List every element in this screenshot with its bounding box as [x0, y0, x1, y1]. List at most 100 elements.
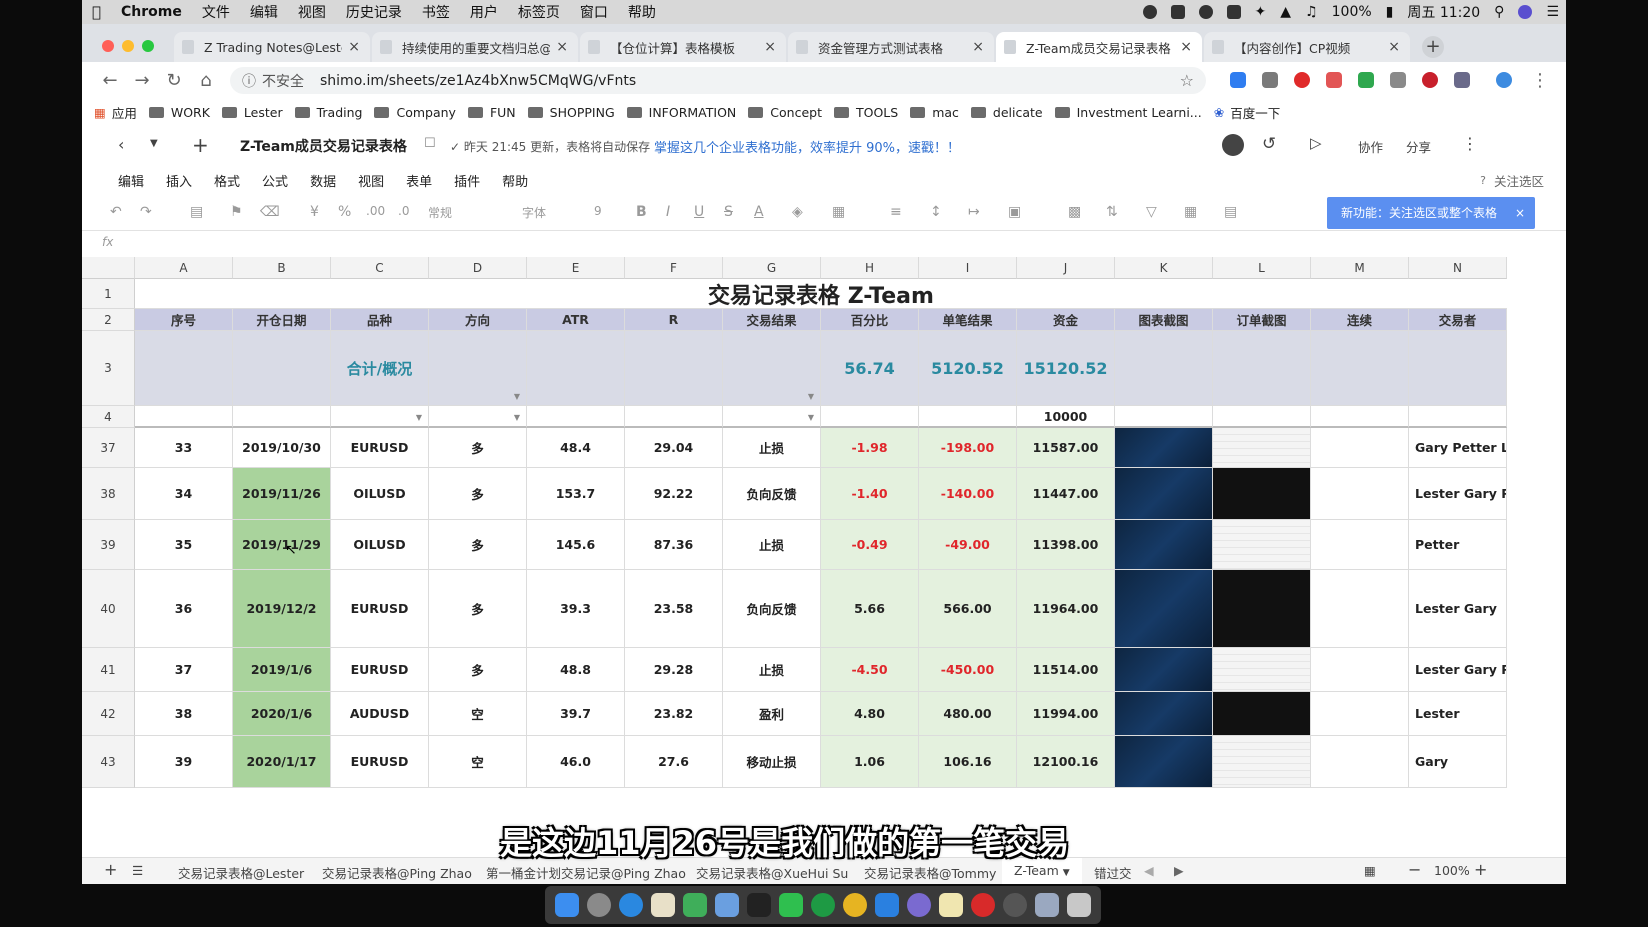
menu-insert[interactable]: 插入 [166, 171, 192, 190]
direction[interactable]: 多 [429, 520, 527, 570]
summary-capital[interactable]: 15120.52 [1017, 331, 1115, 406]
bookmark-folder[interactable]: mac [910, 105, 959, 120]
cell[interactable] [1115, 406, 1213, 428]
add-sheet-icon[interactable]: + [104, 860, 117, 879]
apple-icon[interactable]:  [92, 3, 101, 21]
streak-cell[interactable] [1311, 570, 1409, 648]
atr[interactable]: 153.7 [527, 468, 625, 520]
menu-file[interactable]: 文件 [202, 2, 230, 22]
column-header[interactable]: L [1213, 257, 1311, 279]
url-text[interactable]: shimo.im/sheets/ze1Az4bXnw5CMqWG/vFnts [320, 73, 636, 89]
bookmark-folder[interactable]: Investment Learni... [1054, 105, 1202, 120]
streak-cell[interactable] [1311, 648, 1409, 692]
menu-data[interactable]: 数据 [310, 171, 336, 190]
extension-icon[interactable] [1390, 72, 1406, 88]
close-icon[interactable]: × [1388, 39, 1400, 55]
trade-pnl[interactable]: 566.00 [919, 570, 1017, 648]
row-header[interactable]: 42 [82, 692, 135, 736]
percent-change[interactable]: 1.06 [821, 736, 919, 788]
sort-icon[interactable]: ⇅ [1106, 204, 1118, 220]
window-close-button[interactable] [102, 40, 114, 52]
back-icon[interactable]: ← [98, 70, 122, 91]
row-header[interactable]: 41 [82, 648, 135, 692]
cell[interactable]: ▼ [331, 406, 429, 428]
percent-change[interactable]: 5.66 [821, 570, 919, 648]
status-app-icon[interactable] [1226, 5, 1241, 19]
percent-change[interactable]: 4.80 [821, 692, 919, 736]
row-header[interactable]: 4 [82, 406, 135, 428]
profile-avatar[interactable] [1496, 72, 1512, 88]
direction[interactable]: 多 [429, 648, 527, 692]
trade-number[interactable]: 38 [135, 692, 233, 736]
trade-number[interactable]: 34 [135, 468, 233, 520]
trader-name[interactable]: Lester [1409, 692, 1507, 736]
symbol[interactable]: EURUSD [331, 570, 429, 648]
trade-outcome[interactable]: 负向反馈 [723, 468, 821, 520]
launchpad-icon[interactable] [587, 893, 611, 917]
summary-cell[interactable] [527, 331, 625, 406]
evernote-extension-icon[interactable] [1358, 72, 1374, 88]
browser-tab[interactable]: Z Trading Notes@Lester × [174, 32, 370, 62]
safari-icon[interactable] [619, 893, 643, 917]
status-app-icon[interactable] [1170, 5, 1185, 19]
trade-number[interactable]: 36 [135, 570, 233, 648]
menu-form[interactable]: 表单 [406, 171, 432, 190]
bookmark-folder[interactable]: INFORMATION [626, 105, 736, 120]
trade-pnl[interactable]: -49.00 [919, 520, 1017, 570]
extension-icon[interactable] [1326, 72, 1342, 88]
trade-pnl[interactable]: 106.16 [919, 736, 1017, 788]
close-icon[interactable]: × [1180, 39, 1192, 55]
order-screenshot-thumbnail[interactable] [1213, 468, 1311, 520]
menu-view[interactable]: 视图 [358, 171, 384, 190]
open-date[interactable]: 2020/1/17 [233, 736, 331, 788]
add-icon[interactable]: + [192, 133, 209, 157]
menu-edit[interactable]: 编辑 [118, 171, 144, 190]
conditional-format-icon[interactable]: ▤ [1224, 204, 1237, 220]
streak-cell[interactable] [1311, 736, 1409, 788]
direction[interactable]: 多 [429, 468, 527, 520]
atr[interactable]: 46.0 [527, 736, 625, 788]
trade-outcome[interactable]: 盈利 [723, 692, 821, 736]
close-icon[interactable]: × [972, 39, 984, 55]
format-painter-icon[interactable]: ⚑ [230, 204, 243, 220]
wifi-icon[interactable]: ▲ [1280, 4, 1291, 20]
order-screenshot-thumbnail[interactable] [1213, 570, 1311, 648]
promo-link[interactable]: 掌握这几个企业表格功能，效率提升 90%，速戳！！ [654, 137, 960, 156]
window-minimize-button[interactable] [122, 40, 134, 52]
close-icon[interactable]: × [348, 39, 360, 55]
r-value[interactable]: 92.22 [625, 468, 723, 520]
cell[interactable]: ▼ [723, 406, 821, 428]
menu-help[interactable]: 帮助 [628, 2, 656, 22]
align-icon[interactable]: ≡ [890, 204, 902, 220]
bookmark-folder[interactable]: Trading [294, 105, 362, 120]
cell[interactable] [135, 406, 233, 428]
zoom-out-icon[interactable]: − [1408, 860, 1421, 879]
dropdown-arrow-icon[interactable]: ▼ [808, 413, 814, 422]
bookmark-folder[interactable]: Concept [748, 105, 822, 120]
netease-music-icon[interactable] [971, 893, 995, 917]
wechat-icon[interactable] [779, 893, 803, 917]
doc-title[interactable]: Z-Team成员交易记录表格 [240, 136, 407, 156]
text-color-button[interactable]: A [754, 204, 764, 220]
keynote-icon[interactable] [715, 893, 739, 917]
column-title[interactable]: 交易者 [1409, 309, 1507, 331]
summary-cell[interactable] [1311, 331, 1409, 406]
trader-name[interactable]: Petter [1409, 520, 1507, 570]
bookmark-folder[interactable]: delicate [970, 105, 1043, 120]
trade-pnl[interactable]: -198.00 [919, 428, 1017, 468]
menu-edit[interactable]: 编辑 [250, 2, 278, 22]
chrome-icon[interactable] [843, 893, 867, 917]
zoom-level[interactable]: 100% [1434, 863, 1470, 878]
order-screenshot-thumbnail[interactable] [1213, 736, 1311, 788]
cell[interactable] [821, 406, 919, 428]
trade-outcome[interactable]: 负向反馈 [723, 570, 821, 648]
close-icon[interactable]: × [556, 39, 568, 55]
column-header[interactable]: M [1311, 257, 1409, 279]
column-title[interactable]: 百分比 [821, 309, 919, 331]
initial-capital[interactable]: 10000 [1017, 406, 1115, 428]
chart-screenshot-thumbnail[interactable] [1115, 736, 1213, 788]
column-header[interactable]: B [233, 257, 331, 279]
order-screenshot-thumbnail[interactable] [1213, 692, 1311, 736]
dropdown-arrow-icon[interactable]: ▼ [416, 413, 422, 422]
r-value[interactable]: 29.04 [625, 428, 723, 468]
